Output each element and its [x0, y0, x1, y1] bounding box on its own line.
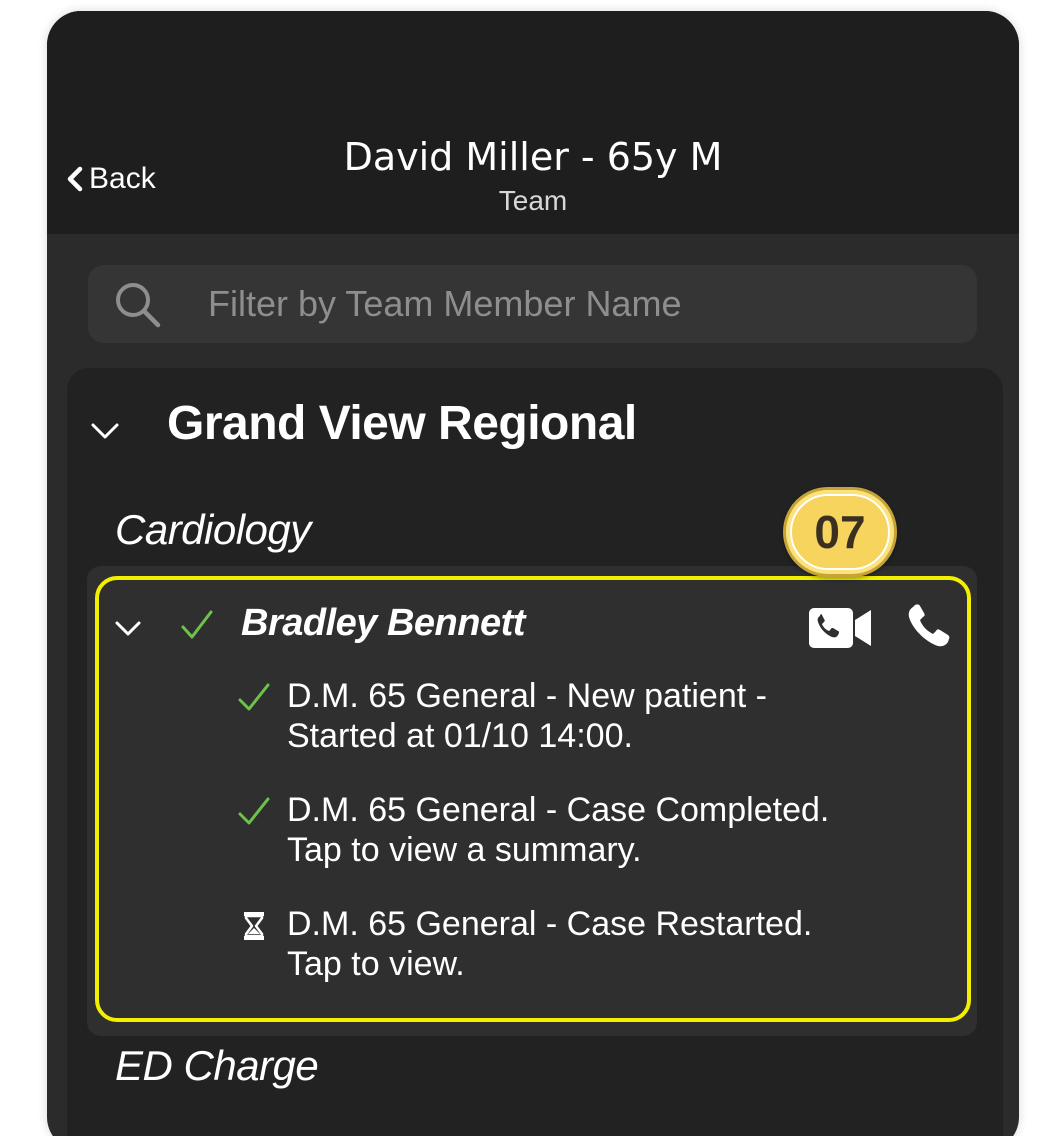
- page-subtitle: Team: [498, 185, 568, 216]
- phone-screen: Back David Miller - 65y M Team Grand Vie…: [47, 11, 1019, 1136]
- task-line: D.M. 65 General - New patient -: [287, 677, 767, 715]
- check-icon: [238, 683, 270, 711]
- check-icon: [238, 797, 270, 825]
- task-line: D.M. 65 General - Case Completed.: [287, 791, 830, 829]
- nav-header: Back David Miller - 65y M Team: [47, 11, 1019, 234]
- task-text: D.M. 65 General - Case Completed. Tap to…: [287, 790, 947, 870]
- check-icon: [181, 610, 213, 639]
- task-text: D.M. 65 General - New patient - Started …: [287, 676, 947, 756]
- task-line: Started at 01/10 14:00.: [287, 717, 633, 755]
- task-line: Tap to view.: [287, 945, 465, 983]
- team-member-card[interactable]: Bradley Bennett D.M. 65 General - New pa…: [87, 566, 977, 1036]
- page-title: David Miller - 65y M: [343, 135, 723, 179]
- hourglass-icon: [244, 912, 264, 940]
- facility-group: Grand View Regional Cardiology Bradley B…: [67, 368, 1003, 1136]
- phone-icon[interactable]: [905, 602, 953, 650]
- department-title: ED Charge: [115, 1042, 319, 1089]
- task-line: Tap to view a summary.: [287, 831, 642, 869]
- chevron-down-icon[interactable]: [113, 619, 143, 639]
- video-call-icon[interactable]: [807, 606, 875, 650]
- callout-badge: 07: [783, 487, 897, 577]
- chevron-down-icon[interactable]: [89, 420, 121, 442]
- member-name[interactable]: Bradley Bennett: [241, 602, 525, 645]
- search-input[interactable]: [208, 265, 948, 343]
- task-line: D.M. 65 General - Case Restarted.: [287, 905, 813, 943]
- department-title: Cardiology: [115, 506, 311, 553]
- group-title[interactable]: Grand View Regional: [167, 396, 637, 451]
- callout-number: 07: [790, 494, 890, 570]
- task-text: D.M. 65 General - Case Restarted. Tap to…: [287, 904, 947, 984]
- search-bar[interactable]: [88, 265, 977, 343]
- search-icon: [116, 283, 161, 328]
